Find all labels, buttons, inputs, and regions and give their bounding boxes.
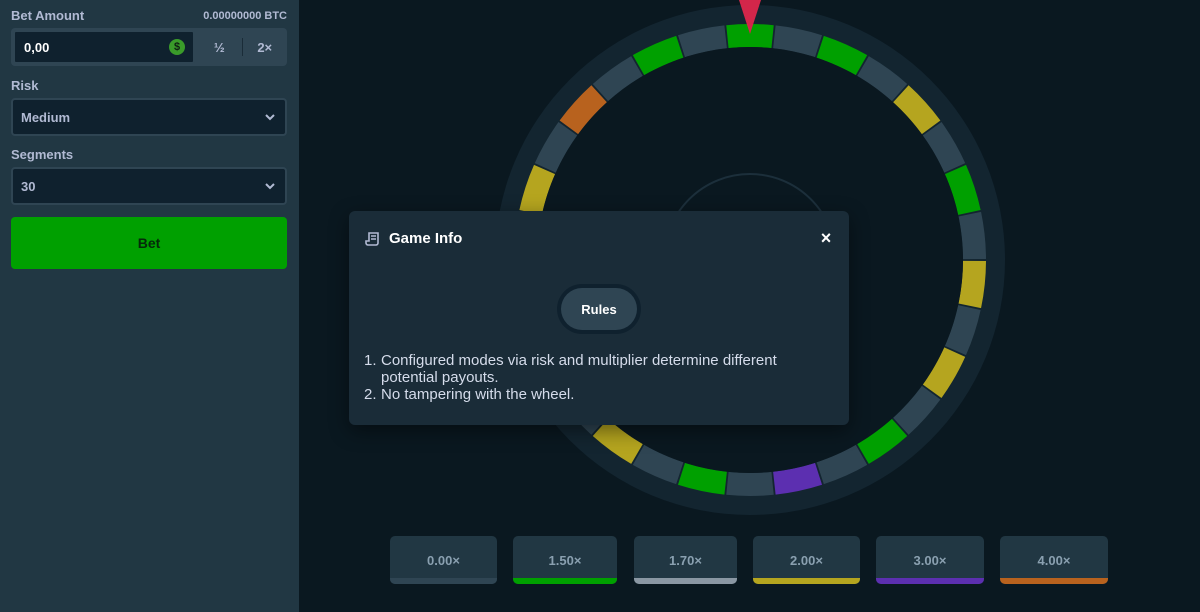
multiplier-chip: 1.70× <box>634 536 737 584</box>
rule-number: 1. <box>364 352 377 369</box>
bet-amount-group: 0,00 $ ½ 2× <box>11 28 287 66</box>
multiplier-label: 4.00× <box>1037 552 1071 568</box>
multiplier-chip: 4.00× <box>1000 536 1108 584</box>
rule-number: 2. <box>364 386 377 403</box>
multiplier-label: 2.00× <box>790 552 823 568</box>
currency-icon: $ <box>169 39 185 55</box>
chevron-down-icon <box>265 183 275 190</box>
rules-list: 1. Configured modes via risk and multipl… <box>364 352 834 403</box>
scroll-icon <box>365 231 379 246</box>
rule-text: Configured modes via risk and multiplier… <box>381 352 777 386</box>
multiplier-color-bar <box>753 578 860 584</box>
segments-select[interactable]: 30 <box>11 167 287 205</box>
chevron-down-icon <box>265 114 275 121</box>
multiplier-chip: 2.00× <box>753 536 860 584</box>
list-item: 1. Configured modes via risk and multipl… <box>364 352 834 386</box>
bet-button[interactable]: Bet <box>11 217 287 269</box>
multiplier-chip: 3.00× <box>876 536 984 584</box>
bet-amount-label: Bet Amount <box>11 8 85 23</box>
wheel-segment <box>726 471 774 496</box>
modal-header: Game Info <box>365 230 462 247</box>
multiplier-color-bar <box>390 578 497 584</box>
tab-rules[interactable]: Rules <box>561 288 637 330</box>
risk-value: Medium <box>21 109 71 125</box>
multiplier-color-bar <box>513 578 617 584</box>
list-item: 2. No tampering with the wheel. <box>364 386 834 403</box>
segments-label: Segments <box>11 147 74 162</box>
game-info-modal: Game Info × Rules 1. Configured modes vi… <box>349 211 849 425</box>
risk-select[interactable]: Medium <box>11 98 287 136</box>
multiplier-label: 3.00× <box>913 552 947 568</box>
multiplier-label: 1.50× <box>548 552 582 568</box>
half-bet-button[interactable]: ½ <box>197 28 242 66</box>
modal-title: Game Info <box>389 230 463 247</box>
risk-label: Risk <box>11 78 39 93</box>
double-bet-button[interactable]: 2× <box>243 28 288 66</box>
multiplier-label: 0.00× <box>427 552 460 568</box>
bet-amount-input[interactable]: 0,00 $ <box>13 30 195 64</box>
modal-tabs: Rules <box>557 284 641 334</box>
multiplier-chip: 0.00× <box>390 536 497 584</box>
close-icon[interactable]: × <box>819 229 833 247</box>
multiplier-chip: 1.50× <box>513 536 617 584</box>
risk-header: Risk <box>11 78 287 93</box>
multiplier-color-bar <box>876 578 984 584</box>
multiplier-color-bar <box>1000 578 1108 584</box>
multiplier-label: 1.70× <box>669 552 702 568</box>
multiplier-color-bar <box>634 578 737 584</box>
bet-amount-value: 0,00 <box>24 39 50 55</box>
bet-amount-btc: 0.00000000 BTC <box>203 9 287 22</box>
bet-amount-header: Bet Amount 0.00000000 BTC <box>11 8 287 23</box>
bet-sidebar: Bet Amount 0.00000000 BTC 0,00 $ ½ 2× Ri… <box>0 0 299 612</box>
segments-header: Segments <box>11 147 287 162</box>
rule-text: No tampering with the wheel. <box>381 386 575 403</box>
segments-value: 30 <box>21 178 36 194</box>
